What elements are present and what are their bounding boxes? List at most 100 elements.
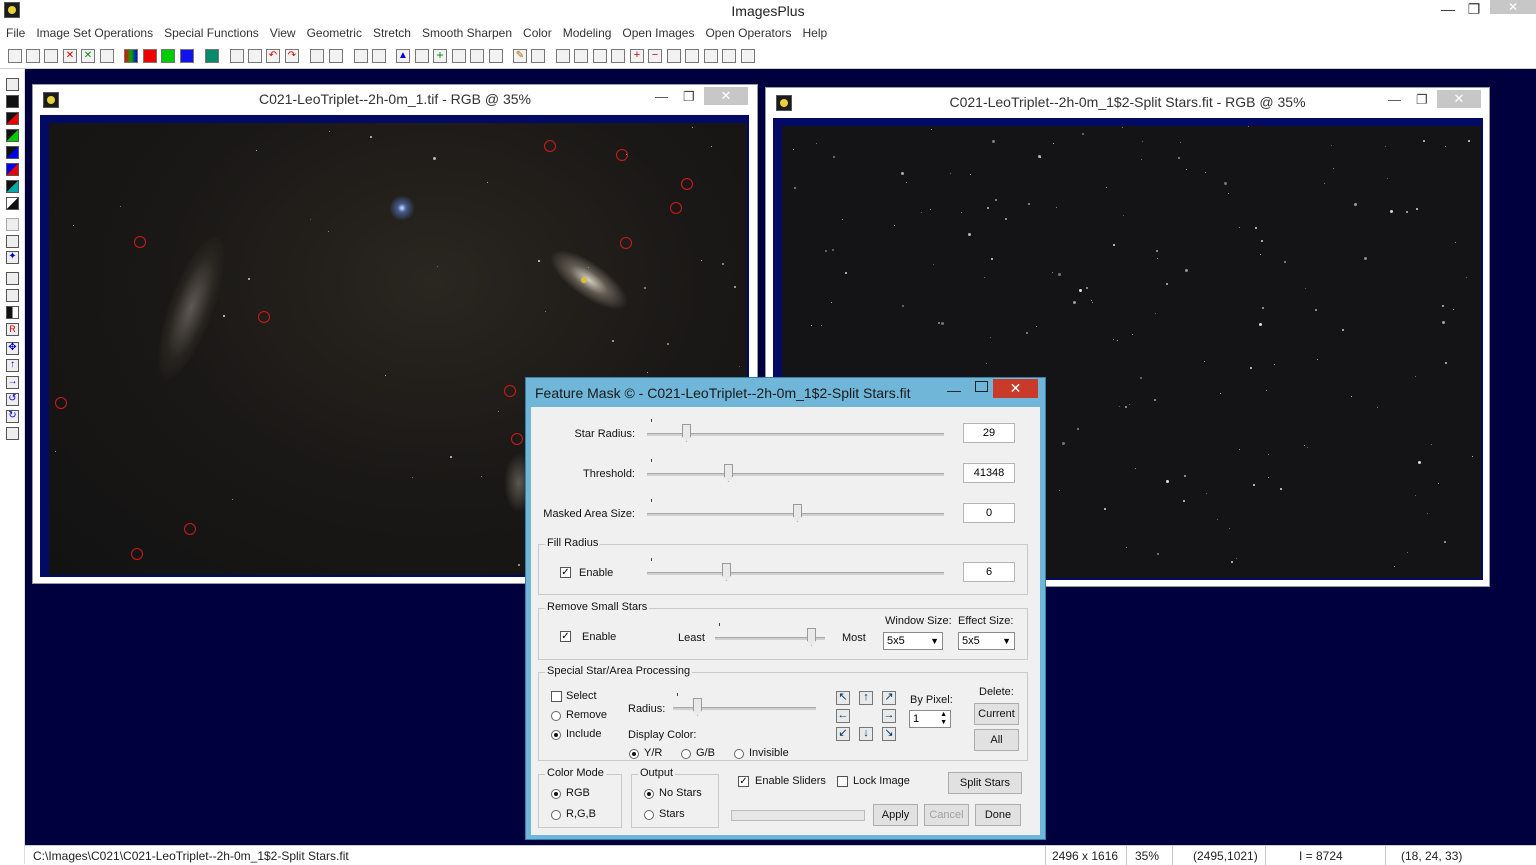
- by-pixel-spinner[interactable]: 1 ▲ ▼: [909, 710, 951, 728]
- app-close-button[interactable]: ✕: [1490, 0, 1536, 14]
- fill-radius-slider[interactable]: [722, 563, 731, 581]
- no-stars-radio[interactable]: [644, 789, 654, 799]
- delete-current-button[interactable]: Current: [974, 703, 1019, 725]
- contrast-icon[interactable]: [6, 306, 19, 319]
- triangle-icon[interactable]: ▲: [396, 49, 410, 63]
- cancel-button[interactable]: Cancel: [924, 804, 969, 826]
- mask-ring[interactable]: [616, 149, 628, 161]
- fill-radius-value[interactable]: 6: [963, 562, 1015, 582]
- pencil-icon[interactable]: ✎: [513, 49, 527, 63]
- menu-smooth-sharpen[interactable]: Smooth Sharpen: [416, 24, 517, 44]
- split-stars-button[interactable]: Split Stars: [948, 772, 1022, 794]
- mask-ring[interactable]: [620, 237, 632, 249]
- star-radius-value[interactable]: 29: [963, 423, 1015, 443]
- maximize-icon[interactable]: [975, 381, 988, 392]
- save-small-icon[interactable]: [6, 78, 19, 91]
- arrow-down-right-icon[interactable]: ↘: [882, 727, 896, 741]
- r-g-b-radio[interactable]: [551, 810, 561, 820]
- black-cyan-icon[interactable]: [6, 180, 19, 193]
- window-2-close-button[interactable]: ✕: [1437, 90, 1481, 108]
- add-red-icon[interactable]: +: [630, 49, 644, 63]
- threshold-track[interactable]: [647, 473, 944, 476]
- arrow-up-left-icon[interactable]: ↖: [836, 691, 850, 705]
- special-radius-slider[interactable]: [693, 698, 702, 716]
- maximize-icon[interactable]: ❐: [1416, 92, 1428, 108]
- menu-modeling[interactable]: Modeling: [557, 24, 617, 44]
- threshold-slider[interactable]: [724, 464, 733, 482]
- remove-small-enable-checkbox[interactable]: ✓: [560, 631, 571, 642]
- undo-gray-icon[interactable]: [230, 49, 244, 63]
- mask-red-icon[interactable]: [329, 49, 343, 63]
- yr-radio[interactable]: [629, 749, 639, 759]
- menu-color[interactable]: Color: [517, 24, 557, 44]
- arrow-right-icon[interactable]: →: [6, 376, 19, 389]
- green-channel-icon[interactable]: [161, 49, 175, 63]
- new-file-icon[interactable]: [8, 49, 22, 63]
- menu-open-images[interactable]: Open Images: [616, 24, 699, 44]
- feature-mask-dialog[interactable]: Feature Mask © - C021-LeoTriplet--2h-0m_…: [525, 377, 1046, 840]
- black-blue-icon[interactable]: [6, 146, 19, 159]
- r-icon[interactable]: R: [6, 323, 19, 336]
- close-red-icon[interactable]: ✕: [63, 49, 77, 63]
- window-1-close-button[interactable]: ✕: [704, 87, 748, 105]
- mask-ring[interactable]: [544, 140, 556, 152]
- remove-small-slider[interactable]: [807, 628, 816, 646]
- arrow-up-icon[interactable]: ↑: [859, 691, 873, 705]
- rgb-radio[interactable]: [551, 789, 561, 799]
- redo-gray-icon[interactable]: [248, 49, 262, 63]
- menu-open-operators[interactable]: Open Operators: [699, 24, 796, 44]
- mask-ring[interactable]: [504, 385, 516, 397]
- remove-radio[interactable]: [551, 711, 561, 721]
- blue-channel-icon[interactable]: [180, 49, 194, 63]
- subtract-red-icon[interactable]: −: [648, 49, 662, 63]
- picture-icon[interactable]: [489, 49, 503, 63]
- crosshair-icon[interactable]: [452, 49, 466, 63]
- enable-sliders-checkbox[interactable]: ✓: [738, 776, 749, 787]
- square-icon[interactable]: [667, 49, 681, 63]
- delete-all-button[interactable]: All: [974, 729, 1019, 751]
- effect-size-select[interactable]: 5x5 ▼: [958, 632, 1015, 650]
- plus-green-icon[interactable]: +: [433, 49, 447, 63]
- menu-geometric[interactable]: Geometric: [301, 24, 367, 44]
- copy-icon[interactable]: [6, 427, 19, 440]
- apply-button[interactable]: Apply: [873, 804, 918, 826]
- undo-icon[interactable]: ↶: [266, 49, 280, 63]
- print-icon[interactable]: [100, 49, 114, 63]
- masked-area-value[interactable]: 0: [963, 503, 1015, 523]
- mask-ring[interactable]: [131, 548, 143, 560]
- window-size-select[interactable]: 5x5 ▼: [883, 632, 943, 650]
- mask-ring[interactable]: [134, 236, 146, 248]
- mask-ring[interactable]: [258, 311, 270, 323]
- mask-ring[interactable]: [511, 433, 523, 445]
- red-channel-icon[interactable]: [143, 49, 157, 63]
- menu-special-functions[interactable]: Special Functions: [158, 24, 264, 44]
- zoom-out-icon[interactable]: [574, 49, 588, 63]
- open-folder-icon[interactable]: [26, 49, 40, 63]
- black-square-icon[interactable]: [6, 95, 19, 108]
- masked-area-slider[interactable]: [793, 504, 802, 522]
- zoom-in-icon[interactable]: [556, 49, 570, 63]
- done-button[interactable]: Done: [975, 804, 1021, 826]
- maximize-icon[interactable]: ❐: [1466, 0, 1482, 18]
- scatter-icon[interactable]: [372, 49, 386, 63]
- blue-red-icon[interactable]: [6, 163, 19, 176]
- maximize-icon[interactable]: ❐: [683, 89, 695, 105]
- zoom-actual-icon[interactable]: [611, 49, 625, 63]
- mask-ring[interactable]: [670, 202, 682, 214]
- include-radio[interactable]: [551, 730, 561, 740]
- star-icon[interactable]: ✦: [6, 251, 19, 264]
- mask-ring[interactable]: [55, 397, 67, 409]
- menu-stretch[interactable]: Stretch: [367, 24, 416, 44]
- fill-radius-track[interactable]: [647, 572, 944, 575]
- curve-icon[interactable]: [6, 235, 19, 248]
- zoom-fit-icon[interactable]: [593, 49, 607, 63]
- rotate-right-icon[interactable]: ↻: [6, 410, 19, 423]
- fill-radius-enable-checkbox[interactable]: ✓: [560, 567, 571, 578]
- star-radius-track[interactable]: [647, 433, 944, 436]
- refresh-icon[interactable]: [6, 218, 19, 231]
- rotate-left-icon[interactable]: ↺: [6, 393, 19, 406]
- arrow-down-icon[interactable]: ↓: [859, 727, 873, 741]
- redo-icon[interactable]: ↷: [285, 49, 299, 63]
- frame-icon[interactable]: [6, 272, 19, 285]
- minimize-icon[interactable]: —: [947, 382, 961, 398]
